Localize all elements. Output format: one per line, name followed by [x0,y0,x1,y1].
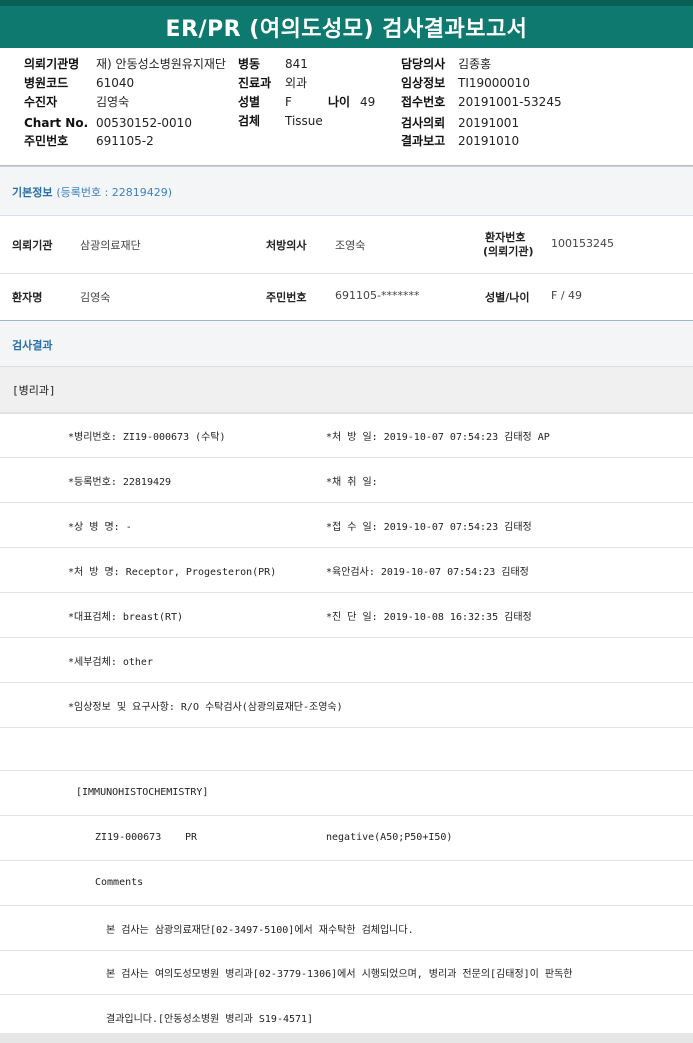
institution-label: 의뢰기관명 [24,57,80,71]
result-field-left: *세부검체: other [68,657,153,668]
result-field-right: *채 취 일: [326,477,378,488]
result-field-left: *등록번호: 22819429 [68,477,172,488]
row-divider [0,273,693,274]
age-label: 나이 [328,95,351,109]
sex-value: F [285,95,292,109]
row-divider [0,860,693,861]
result-field-left: *상 병 명: - [68,522,132,533]
header-divider [0,165,693,166]
sex-age-value: F / 49 [551,289,583,302]
basic-info-section: 기본정보 (등록번호 : 22819429) [0,166,693,216]
result-field-right: *진 단 일: 2019-10-08 16:32:35 김태정 [326,612,532,623]
specimen-label: 검체 [238,114,261,128]
row-divider [0,592,693,593]
result-field-left: *대표검체: breast(RT) [68,612,184,623]
result-field-left: *처 방 명: Receptor, Progesteron(PR) [68,567,277,578]
sex-age-label: 성별/나이 [485,291,530,304]
resident-no-value: 691105-2 [96,134,154,148]
specimen-value: Tissue [285,114,323,128]
result-field-right: *접 수 일: 2019-10-07 07:54:23 김태정 [326,522,532,533]
result-field-right: *육안검사: 2019-10-07 07:54:23 김태정 [326,567,529,578]
prescriber-label: 처방의사 [266,239,307,252]
department-label: 진료과 [238,76,272,90]
basic-institution-value: 삼광의료재단 [80,239,141,252]
report-title-bar: ER/PR (여의도성모) 검사결과보고서 [0,0,693,48]
institution-value: 재) 안동성소병원유지재단 [96,57,226,71]
ward-value: 841 [285,57,308,71]
bottom-bar [0,1033,693,1043]
comment-line-2: 본 검사는 여의도성모병원 병리과[02-3779-1306]에서 시행되었으며… [106,969,573,980]
patient-label: 수진자 [24,95,58,109]
row-divider [0,502,693,503]
row-divider [0,412,693,413]
patient-name-value: 김영숙 [80,291,111,304]
patient-no-sublabel: (의뢰기관) [483,245,534,258]
row-divider [0,457,693,458]
ward-label: 병동 [238,57,261,71]
chart-no-label: Chart No. [24,116,89,130]
request-date-label: 검사의뢰 [401,116,446,130]
request-date-value: 20191001 [458,116,520,130]
report-date-value: 20191010 [458,134,520,148]
clinical-info-value: TI19000010 [458,76,530,90]
sex-label: 성별 [238,95,261,109]
clinical-info-label: 임상정보 [401,76,446,90]
report-date-label: 결과보고 [401,134,446,148]
department-banner: [병리과] [0,366,693,414]
basic-resident-no-value: 691105-******* [335,289,420,302]
row-divider [0,905,693,906]
hospital-code-value: 61040 [96,76,135,90]
doctor-value: 김종홍 [458,57,492,71]
basic-resident-no-label: 주민번호 [266,291,307,304]
row-divider [0,770,693,771]
accession-label: 접수번호 [401,95,446,109]
patient-no-value: 100153245 [551,237,614,250]
ihc-result: negative(A50;P50+I50) [326,832,453,843]
row-divider [0,637,693,638]
age-value: 49 [360,95,376,109]
department-name: [병리과] [12,384,56,397]
chart-no-value: 00530152-0010 [96,116,192,130]
patient-name-label: 환자명 [12,291,43,304]
row-divider [0,727,693,728]
result-field-right: *처 방 일: 2019-10-07 07:54:23 김태정 AP [326,432,550,443]
hospital-code-label: 병원코드 [24,76,69,90]
patient-value: 김영숙 [96,95,130,109]
ihc-case-id: ZI19-000673 [95,832,162,843]
result-title: 검사결과 [12,339,53,352]
comment-line-1: 본 검사는 삼광의료재단[02-3497-5100]에서 재수탁한 검체입니다. [106,925,414,936]
department-value: 외과 [285,76,308,90]
basic-info-title: 기본정보 (등록번호 : 22819429) [12,186,173,199]
comment-line-3: 결과입니다.[안동성소병원 병리과 S19-4571] [106,1014,314,1025]
doctor-label: 담당의사 [401,57,446,71]
ihc-marker: PR [185,832,198,843]
row-divider [0,547,693,548]
ihc-header: [IMMUNOHISTOCHEMISTRY] [76,787,209,798]
row-divider [0,682,693,683]
resident-no-label: 주민번호 [24,134,69,148]
result-field-left: *임상정보 및 요구사항: R/O 수탁검사(삼광의료재단-조영숙) [68,702,343,713]
row-divider [0,815,693,816]
row-divider [0,950,693,951]
report-title: ER/PR (여의도성모) 검사결과보고서 [165,17,528,42]
result-section: 검사결과 [0,320,693,367]
row-divider [0,994,693,995]
accession-value: 20191001-53245 [458,95,562,109]
basic-institution-label: 의뢰기관 [12,239,53,252]
comments-label: Comments [95,877,144,888]
result-field-left: *병리번호: ZI19-000673 (수탁) [68,432,226,443]
prescriber-value: 조영숙 [335,239,366,252]
